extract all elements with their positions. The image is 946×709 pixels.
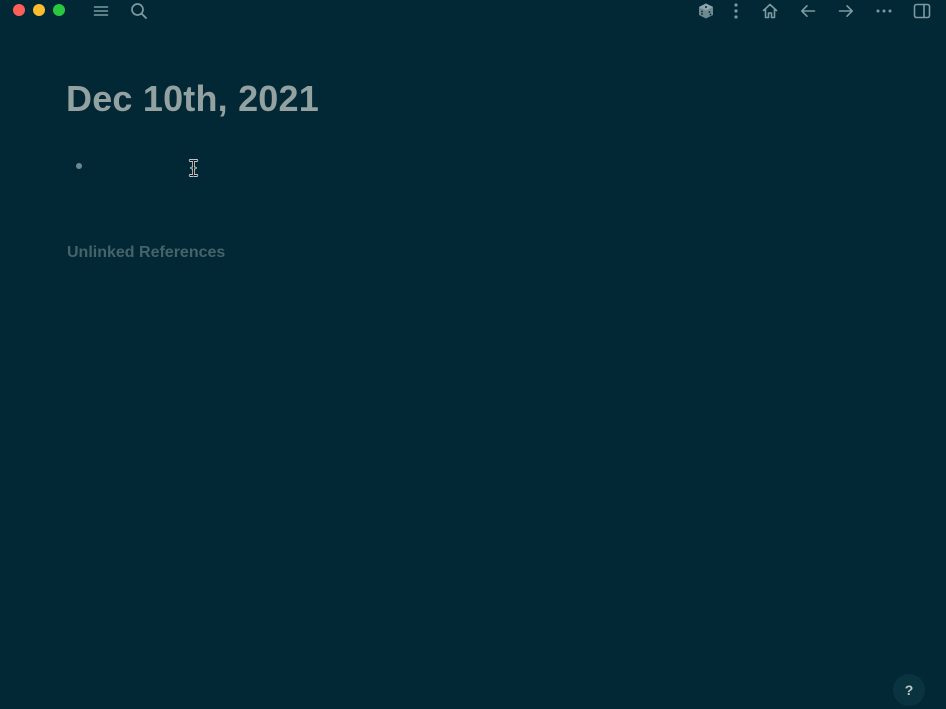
- minimize-window-button[interactable]: [33, 4, 45, 16]
- dice-icon[interactable]: [696, 0, 716, 22]
- block-editor[interactable]: [94, 155, 874, 177]
- menu-icon[interactable]: [92, 0, 110, 22]
- arrow-right-icon[interactable]: [836, 0, 856, 22]
- kebab-menu-icon[interactable]: [729, 0, 743, 22]
- arrow-left-icon[interactable]: [798, 0, 818, 22]
- search-icon[interactable]: [129, 0, 149, 22]
- sidebar-icon[interactable]: [912, 0, 932, 22]
- zoom-window-button[interactable]: [53, 4, 65, 16]
- help-button[interactable]: ?: [893, 674, 925, 706]
- bullet-icon[interactable]: [76, 163, 82, 169]
- page-title[interactable]: Dec 10th, 2021: [66, 78, 319, 120]
- text-cursor-icon: [188, 159, 199, 177]
- app-window: Dec 10th, 2021 Unlinked References ?: [0, 0, 946, 709]
- close-window-button[interactable]: [13, 4, 25, 16]
- unlinked-references-toggle[interactable]: Unlinked References: [67, 244, 225, 262]
- home-icon[interactable]: [760, 0, 780, 22]
- title-bar: [0, 0, 946, 22]
- more-horizontal-icon[interactable]: [874, 0, 894, 22]
